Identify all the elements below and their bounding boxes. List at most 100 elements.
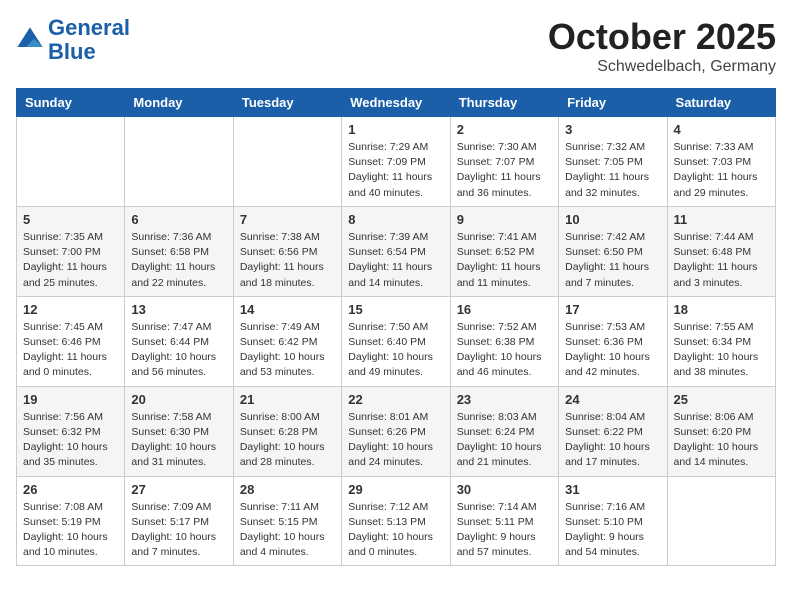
weekday-header-row: SundayMondayTuesdayWednesdayThursdayFrid… [17,89,776,117]
week-row-4: 19 Sunrise: 7:56 AM Sunset: 6:32 PM Dayli… [17,386,776,476]
month-title: October 2025 [548,16,776,58]
day-number: 8 [348,212,443,227]
calendar-cell: 19 Sunrise: 7:56 AM Sunset: 6:32 PM Dayli… [17,386,125,476]
calendar-cell: 20Sunrise: 7:58 AM Sunset: 6:30 PM Dayli… [125,386,233,476]
calendar-cell: 8 Sunrise: 7:39 AM Sunset: 6:54 PM Daylig… [342,206,450,296]
day-number: 3 [565,122,660,137]
day-info: Sunrise: 7:16 AM Sunset: 5:10 PM Dayligh… [565,500,660,561]
calendar-cell [125,117,233,207]
week-row-5: 26 Sunrise: 7:08 AM Sunset: 5:19 PM Dayli… [17,476,776,566]
day-number: 21 [240,392,335,407]
day-number: 4 [674,122,769,137]
calendar-cell: 16 Sunrise: 7:52 AM Sunset: 6:38 PM Dayli… [450,296,558,386]
calendar-cell [233,117,341,207]
day-info: Sunrise: 7:12 AM Sunset: 5:13 PM Dayligh… [348,500,443,561]
calendar-cell: 7Sunrise: 7:38 AM Sunset: 6:56 PM Daylig… [233,206,341,296]
day-info: Sunrise: 7:56 AM Sunset: 6:32 PM Dayligh… [23,410,118,471]
day-info: Sunrise: 7:47 AM Sunset: 6:44 PM Dayligh… [131,320,226,381]
weekday-header-sunday: Sunday [17,89,125,117]
day-info: Sunrise: 7:49 AM Sunset: 6:42 PM Dayligh… [240,320,335,381]
calendar-cell: 10Sunrise: 7:42 AM Sunset: 6:50 PM Dayli… [559,206,667,296]
week-row-3: 12 Sunrise: 7:45 AM Sunset: 6:46 PM Dayli… [17,296,776,386]
day-info: Sunrise: 7:33 AM Sunset: 7:03 PM Dayligh… [674,140,769,201]
calendar-cell: 12 Sunrise: 7:45 AM Sunset: 6:46 PM Dayli… [17,296,125,386]
day-number: 6 [131,212,226,227]
weekday-header-saturday: Saturday [667,89,775,117]
day-info: Sunrise: 7:08 AM Sunset: 5:19 PM Dayligh… [23,500,118,561]
day-number: 5 [23,212,118,227]
weekday-header-monday: Monday [125,89,233,117]
day-number: 17 [565,302,660,317]
title-block: October 2025 Schwedelbach, Germany [548,16,776,76]
calendar-cell: 23 Sunrise: 8:03 AM Sunset: 6:24 PM Dayli… [450,386,558,476]
logo-line2: Blue [48,39,96,64]
calendar-cell: 26 Sunrise: 7:08 AM Sunset: 5:19 PM Dayli… [17,476,125,566]
day-number: 22 [348,392,443,407]
day-info: Sunrise: 7:53 AM Sunset: 6:36 PM Dayligh… [565,320,660,381]
logo: General Blue [16,16,130,64]
day-info: Sunrise: 7:39 AM Sunset: 6:54 PM Dayligh… [348,230,443,291]
day-number: 25 [674,392,769,407]
weekday-header-tuesday: Tuesday [233,89,341,117]
day-number: 2 [457,122,552,137]
day-number: 16 [457,302,552,317]
calendar-cell: 4 Sunrise: 7:33 AM Sunset: 7:03 PM Daylig… [667,117,775,207]
day-info: Sunrise: 8:06 AM Sunset: 6:20 PM Dayligh… [674,410,769,471]
day-number: 30 [457,482,552,497]
day-number: 31 [565,482,660,497]
day-info: Sunrise: 7:32 AM Sunset: 7:05 PM Dayligh… [565,140,660,201]
day-number: 12 [23,302,118,317]
day-number: 28 [240,482,335,497]
day-number: 27 [131,482,226,497]
calendar-cell: 27Sunrise: 7:09 AM Sunset: 5:17 PM Dayli… [125,476,233,566]
day-info: Sunrise: 7:41 AM Sunset: 6:52 PM Dayligh… [457,230,552,291]
day-info: Sunrise: 7:29 AM Sunset: 7:09 PM Dayligh… [348,140,443,201]
day-number: 20 [131,392,226,407]
day-number: 14 [240,302,335,317]
logo-line1: General [48,15,130,40]
day-number: 19 [23,392,118,407]
day-info: Sunrise: 7:30 AM Sunset: 7:07 PM Dayligh… [457,140,552,201]
day-info: Sunrise: 7:55 AM Sunset: 6:34 PM Dayligh… [674,320,769,381]
day-info: Sunrise: 8:04 AM Sunset: 6:22 PM Dayligh… [565,410,660,471]
calendar-cell: 3 Sunrise: 7:32 AM Sunset: 7:05 PM Daylig… [559,117,667,207]
day-info: Sunrise: 7:14 AM Sunset: 5:11 PM Dayligh… [457,500,552,561]
day-info: Sunrise: 7:52 AM Sunset: 6:38 PM Dayligh… [457,320,552,381]
calendar-cell: 31 Sunrise: 7:16 AM Sunset: 5:10 PM Dayli… [559,476,667,566]
location: Schwedelbach, Germany [548,58,776,76]
day-info: Sunrise: 7:45 AM Sunset: 6:46 PM Dayligh… [23,320,118,381]
logo-icon [16,26,44,54]
weekday-header-thursday: Thursday [450,89,558,117]
calendar-cell: 5 Sunrise: 7:35 AM Sunset: 7:00 PM Daylig… [17,206,125,296]
week-row-2: 5 Sunrise: 7:35 AM Sunset: 7:00 PM Daylig… [17,206,776,296]
calendar-cell: 24 Sunrise: 8:04 AM Sunset: 6:22 PM Dayli… [559,386,667,476]
day-info: Sunrise: 8:00 AM Sunset: 6:28 PM Dayligh… [240,410,335,471]
day-number: 24 [565,392,660,407]
calendar-table: SundayMondayTuesdayWednesdayThursdayFrid… [16,88,776,566]
day-number: 29 [348,482,443,497]
day-info: Sunrise: 8:03 AM Sunset: 6:24 PM Dayligh… [457,410,552,471]
page-header: General Blue October 2025 Schwedelbach, … [16,16,776,76]
day-number: 7 [240,212,335,227]
day-number: 11 [674,212,769,227]
logo-text: General Blue [48,16,130,64]
day-info: Sunrise: 7:44 AM Sunset: 6:48 PM Dayligh… [674,230,769,291]
day-number: 26 [23,482,118,497]
day-info: Sunrise: 7:35 AM Sunset: 7:00 PM Dayligh… [23,230,118,291]
day-number: 13 [131,302,226,317]
calendar-cell: 18Sunrise: 7:55 AM Sunset: 6:34 PM Dayli… [667,296,775,386]
calendar-cell: 28 Sunrise: 7:11 AM Sunset: 5:15 PM Dayli… [233,476,341,566]
calendar-cell: 30 Sunrise: 7:14 AM Sunset: 5:11 PM Dayli… [450,476,558,566]
day-info: Sunrise: 7:11 AM Sunset: 5:15 PM Dayligh… [240,500,335,561]
day-number: 23 [457,392,552,407]
calendar-cell: 25 Sunrise: 8:06 AM Sunset: 6:20 PM Dayli… [667,386,775,476]
calendar-cell: 14 Sunrise: 7:49 AM Sunset: 6:42 PM Dayli… [233,296,341,386]
calendar-cell: 6Sunrise: 7:36 AM Sunset: 6:58 PM Daylig… [125,206,233,296]
calendar-cell: 22Sunrise: 8:01 AM Sunset: 6:26 PM Dayli… [342,386,450,476]
weekday-header-friday: Friday [559,89,667,117]
calendar-cell: 29 Sunrise: 7:12 AM Sunset: 5:13 PM Dayli… [342,476,450,566]
day-number: 1 [348,122,443,137]
calendar-cell: 21 Sunrise: 8:00 AM Sunset: 6:28 PM Dayli… [233,386,341,476]
calendar-cell: 17 Sunrise: 7:53 AM Sunset: 6:36 PM Dayli… [559,296,667,386]
calendar-cell: 13 Sunrise: 7:47 AM Sunset: 6:44 PM Dayli… [125,296,233,386]
